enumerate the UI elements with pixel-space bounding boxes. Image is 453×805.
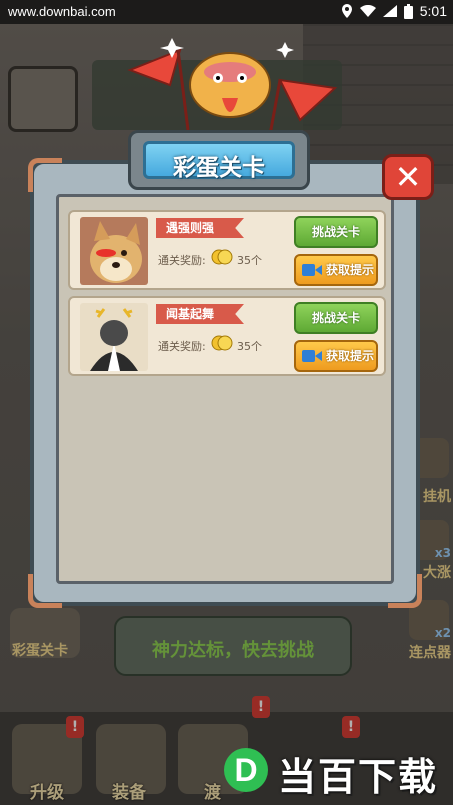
status-bar: www.downbai.com 5:01 xyxy=(0,0,453,24)
battery-icon xyxy=(403,3,413,19)
status-time: 5:01 xyxy=(419,3,447,19)
close-button[interactable]: ✕ xyxy=(382,154,434,200)
reward-amount: 35个 xyxy=(237,340,262,353)
reward-amount: 35个 xyxy=(237,254,262,267)
dialog-title: 彩蛋关卡 xyxy=(173,155,265,181)
dialog-title-plate: 彩蛋关卡 xyxy=(128,130,310,190)
site-watermark: D 当百下载 xyxy=(218,742,446,799)
watermark-logo: D xyxy=(224,748,268,792)
video-icon xyxy=(302,264,322,276)
wifi-icon xyxy=(359,5,376,17)
status-icons: 5:01 xyxy=(341,3,447,19)
watermark-text: 当百下载 xyxy=(278,755,439,799)
get-hint-button[interactable]: 获取提示 xyxy=(294,254,378,286)
status-url: www.downbai.com xyxy=(8,4,116,19)
level-name-ribbon: 遇强则强 xyxy=(156,218,244,238)
reward-label: 通关奖励: xyxy=(158,254,206,267)
level-name: 闻基起舞 xyxy=(166,307,215,321)
coin-icon xyxy=(211,249,233,265)
level-name: 遇强则强 xyxy=(166,221,215,235)
level-name-ribbon: 闻基起舞 xyxy=(156,304,244,324)
challenge-level-button[interactable]: 挑战关卡 xyxy=(294,216,378,248)
close-icon: ✕ xyxy=(394,158,422,196)
coin-icon xyxy=(211,335,233,351)
level-card: 闻基起舞 通关奖励: 35个 挑战关卡 获取提示 xyxy=(68,296,386,376)
get-hint-label: 获取提示 xyxy=(326,263,375,277)
doge-icon xyxy=(80,217,148,285)
reward-label: 通关奖励: xyxy=(158,340,206,353)
frame-corner xyxy=(28,158,62,192)
level-thumbnail-doge xyxy=(80,217,148,285)
get-hint-label: 获取提示 xyxy=(326,349,375,363)
challenge-level-button[interactable]: 挑战关卡 xyxy=(294,302,378,334)
level-card: 遇强则强 通关奖励: 35个 挑战关卡 获取提示 xyxy=(68,210,386,290)
video-icon xyxy=(302,350,322,362)
dragon-mascot-icon xyxy=(127,38,338,136)
location-icon xyxy=(341,4,352,18)
get-hint-button[interactable]: 获取提示 xyxy=(294,340,378,372)
dancer-icon xyxy=(80,303,148,371)
dialog-title-banner: 彩蛋关卡 xyxy=(143,141,295,181)
level-thumbnail-dancer xyxy=(80,303,148,371)
signal-icon xyxy=(382,5,397,17)
